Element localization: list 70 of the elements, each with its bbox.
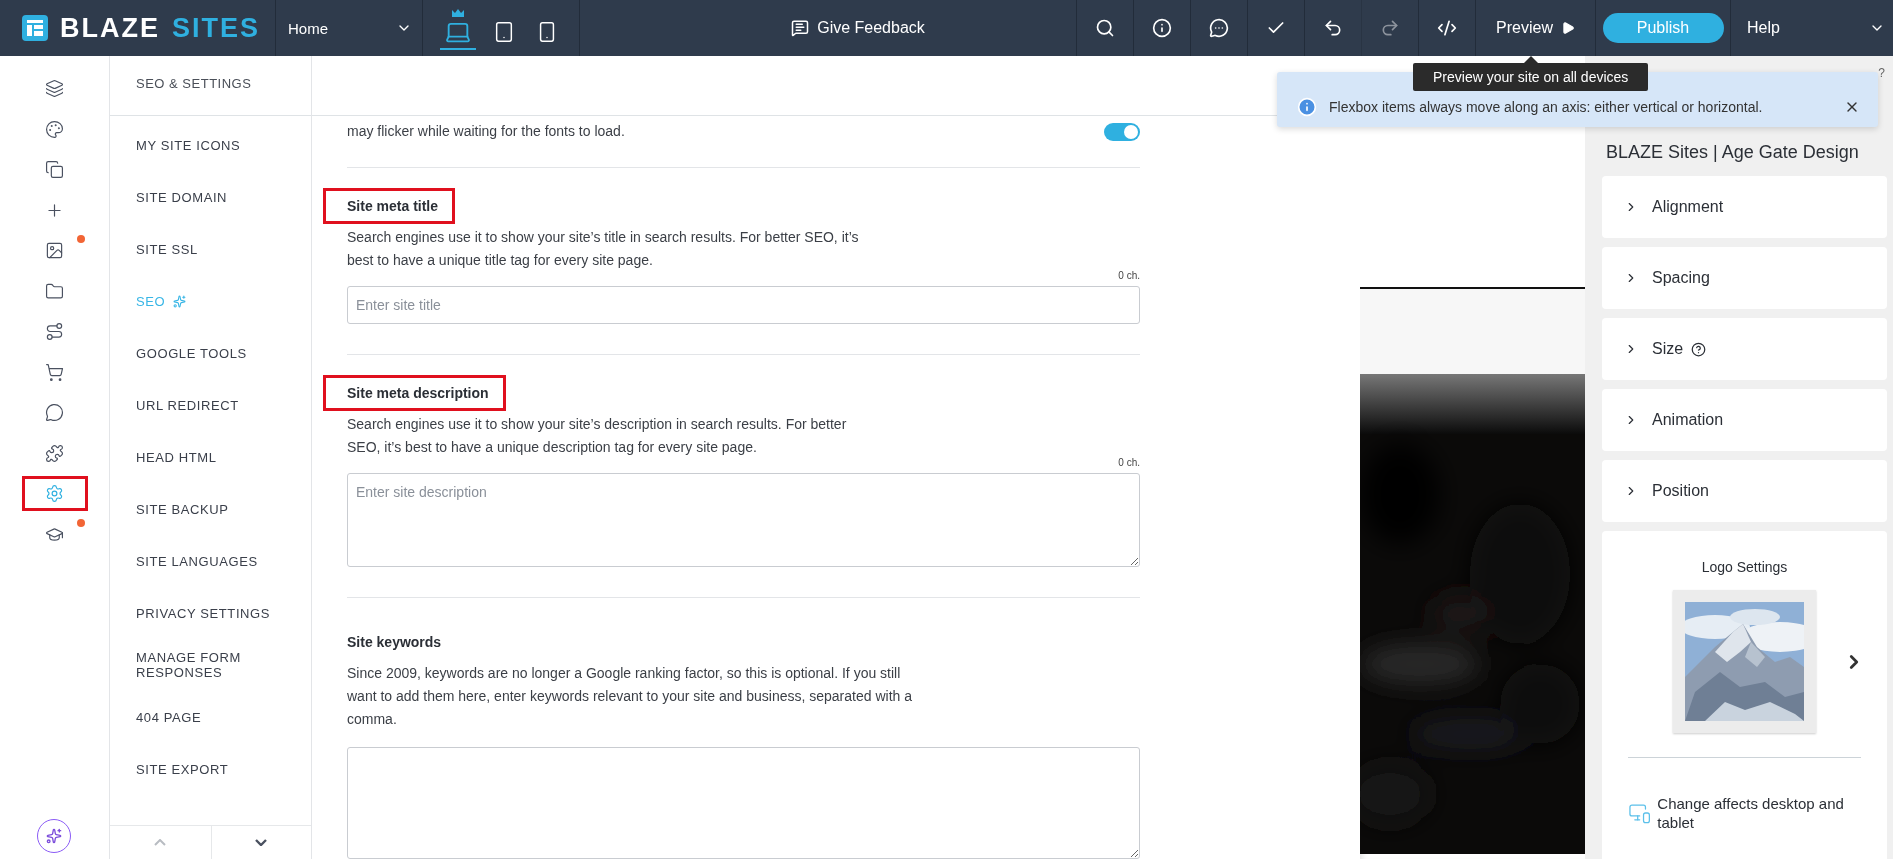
brand-name: SITES bbox=[172, 12, 261, 44]
section-description: Since 2009, keywords are no longer a Google ranking factor, so this is optional. If you still want to add them here, enter keywords relevant to your site and business, separated with a comma. bbox=[347, 664, 913, 729]
chevron-down-icon bbox=[255, 839, 268, 846]
brand-name: BLAZE bbox=[60, 12, 160, 44]
setting-description: may flicker while waiting for the fonts to load. bbox=[347, 122, 625, 141]
section-description: Search engines use it to show your site’s description in search results. For better SEO, it’s best to have a unique description tag for every site page. bbox=[347, 415, 848, 457]
settings-icon bbox=[45, 484, 64, 503]
section-description: Search engines use it to show your site’s title in search results. For better SEO, it’s best to have a unique title tag for every site page. bbox=[347, 228, 860, 270]
nav-item[interactable]: MY SITE ICONS bbox=[110, 119, 311, 171]
rail-button[interactable] bbox=[21, 476, 88, 511]
toggle-switch[interactable] bbox=[1104, 122, 1140, 141]
accordion-section[interactable]: Position bbox=[1602, 460, 1887, 522]
element-title: BLAZE Sites | Age Gate Design bbox=[1605, 142, 1860, 164]
palette-icon bbox=[45, 119, 64, 139]
search-icon bbox=[1095, 18, 1115, 38]
logo-thumbnail[interactable] bbox=[1673, 590, 1816, 733]
pages-icon bbox=[45, 160, 64, 179]
accordion-section[interactable]: Animation bbox=[1602, 389, 1887, 451]
feedback-icon bbox=[791, 19, 810, 37]
section-title: Site meta title bbox=[323, 188, 456, 224]
notification-dot bbox=[76, 235, 85, 243]
section-title: Site meta description bbox=[323, 375, 506, 411]
nav-item[interactable]: URL REDIRECT bbox=[110, 379, 311, 431]
cart-icon bbox=[45, 362, 64, 382]
character-counter: 0 ch. bbox=[1118, 270, 1140, 281]
accordion-section[interactable]: Alignment bbox=[1602, 176, 1887, 238]
feedback-button[interactable]: Give Feedback bbox=[785, 18, 931, 38]
sparkle-icon bbox=[46, 828, 62, 844]
nav-item[interactable]: MANAGE FORM RESPONSES bbox=[110, 639, 311, 691]
nav-item[interactable]: SITE LANGUAGES bbox=[110, 535, 311, 587]
nav-item[interactable]: 404 PAGE bbox=[110, 691, 311, 743]
nav-item[interactable]: PRIVACY SETTINGS bbox=[110, 587, 311, 639]
ai-button[interactable] bbox=[37, 819, 71, 853]
input-field[interactable]: Enter site title bbox=[347, 286, 1140, 324]
accordion-section[interactable]: Spacing bbox=[1602, 247, 1887, 309]
layers-icon bbox=[45, 79, 64, 98]
chevron-up-icon bbox=[154, 839, 167, 846]
toast-message: Flexbox items always move along an axis: either vertical or horizontal. bbox=[1329, 98, 1764, 115]
comment-icon bbox=[1209, 18, 1229, 38]
character-counter: 0 ch. bbox=[1118, 457, 1140, 468]
redo-icon bbox=[1380, 18, 1400, 38]
logo-icon bbox=[22, 15, 48, 41]
help-mark[interactable]: ? bbox=[1878, 66, 1885, 80]
tooltip-pointer bbox=[1523, 56, 1538, 63]
nav-item[interactable]: SITE BACKUP bbox=[110, 483, 311, 535]
path-icon bbox=[45, 322, 64, 341]
crown-icon bbox=[451, 8, 464, 17]
note-text: Change affects desktop and tablet bbox=[1657, 794, 1845, 832]
tablet-icon bbox=[493, 20, 515, 43]
text-area[interactable]: Enter site description bbox=[347, 473, 1140, 567]
nav-item[interactable]: SITE SSL bbox=[110, 223, 311, 275]
section-title: Site keywords bbox=[346, 633, 443, 652]
nav-item[interactable]: SITE EXPORT bbox=[110, 743, 311, 795]
nav-item[interactable]: GOOGLE TOOLS bbox=[110, 327, 311, 379]
undo-icon bbox=[1323, 18, 1343, 38]
code-icon bbox=[1437, 18, 1457, 38]
nav-item[interactable]: SITE DOMAIN bbox=[110, 171, 311, 223]
nav-item[interactable]: HEAD HTML bbox=[110, 431, 311, 483]
puzzle-icon bbox=[45, 443, 64, 463]
folder-icon bbox=[45, 281, 64, 301]
card-title: Logo Settings bbox=[1701, 559, 1788, 575]
play-icon bbox=[1560, 21, 1575, 35]
info-icon bbox=[1297, 96, 1317, 117]
chat-icon bbox=[45, 403, 64, 422]
image-icon bbox=[45, 241, 64, 260]
notification-dot bbox=[76, 518, 85, 527]
info-icon bbox=[1152, 18, 1172, 38]
accordion-section[interactable]: Size bbox=[1602, 318, 1887, 380]
panel-title: SEO & SETTINGS bbox=[110, 56, 311, 116]
page-dropdown[interactable]: Home bbox=[276, 0, 423, 56]
